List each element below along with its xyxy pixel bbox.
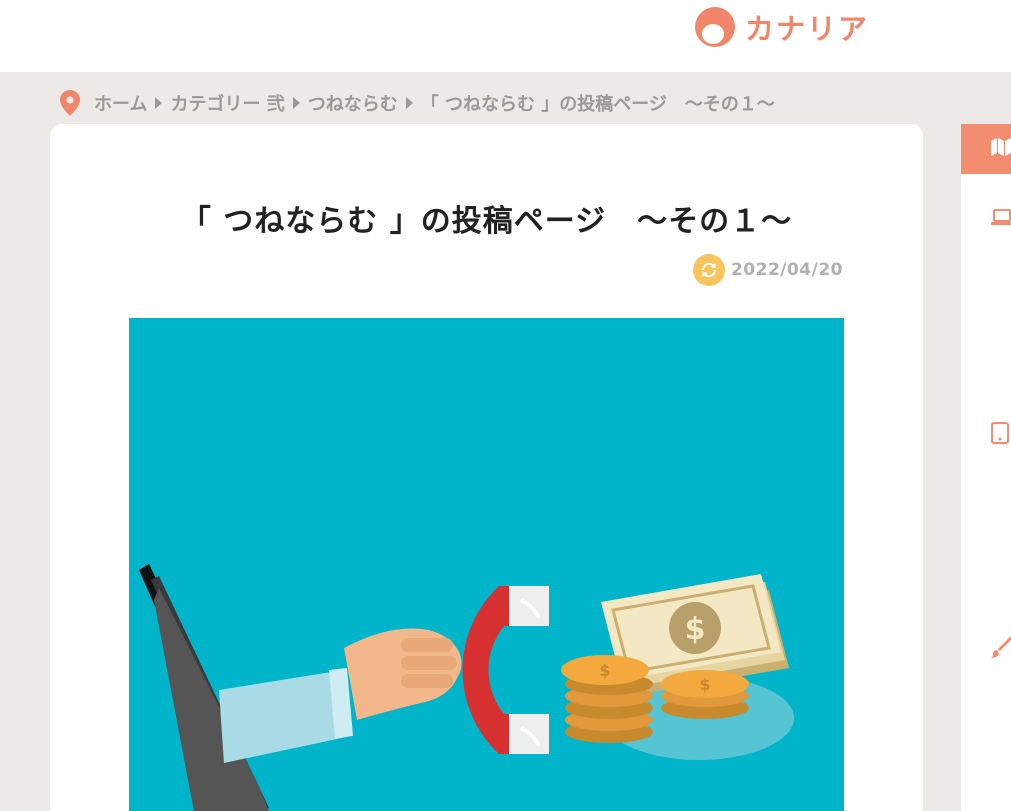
- location-pin-icon: [60, 90, 80, 116]
- svg-text:$: $: [699, 675, 710, 694]
- breadcrumb-subcategory[interactable]: つねならむ: [308, 90, 398, 116]
- svg-text:$: $: [599, 661, 610, 680]
- map-icon: [991, 138, 1011, 160]
- article-card: 「 つねならむ 」の投稿ページ ～その１～ 2022/04/20 $ $ $: [50, 124, 923, 811]
- breadcrumb: ホーム カテゴリー 弐 つねならむ 「 つねならむ 」の投稿ページ ～その１～: [60, 88, 775, 118]
- svg-text:$: $: [685, 612, 706, 647]
- magnet-illustration: [462, 586, 549, 754]
- breadcrumb-separator-icon: [155, 97, 163, 109]
- site-header: カナリア: [0, 0, 1011, 72]
- breadcrumb-separator-icon: [405, 97, 413, 109]
- tablet-icon[interactable]: [991, 422, 1009, 448]
- hero-image: $ $ $: [129, 318, 844, 811]
- sidebar-tab[interactable]: [961, 124, 1011, 174]
- update-date-text: 2022/04/20: [730, 260, 843, 280]
- site-logo[interactable]: カナリア: [693, 5, 869, 49]
- breadcrumb-category[interactable]: カテゴリー 弐: [170, 90, 284, 116]
- breadcrumb-home[interactable]: ホーム: [94, 90, 147, 116]
- logo-icon: [693, 5, 737, 49]
- sleeve-illustration: [219, 668, 353, 763]
- refresh-icon: [692, 254, 725, 286]
- brush-icon[interactable]: [991, 636, 1011, 662]
- hand-illustration: [344, 628, 462, 720]
- breadcrumb-current: 「 つねならむ 」の投稿ページ ～その１～: [420, 94, 775, 115]
- sidebar: [961, 174, 1011, 811]
- update-date: 2022/04/20: [692, 254, 843, 286]
- logo-text: カナリア: [745, 12, 870, 46]
- breadcrumb-separator-icon: [292, 97, 300, 109]
- page-title: 「 つねならむ 」の投稿ページ ～その１～: [180, 204, 793, 239]
- laptop-icon[interactable]: [991, 208, 1011, 230]
